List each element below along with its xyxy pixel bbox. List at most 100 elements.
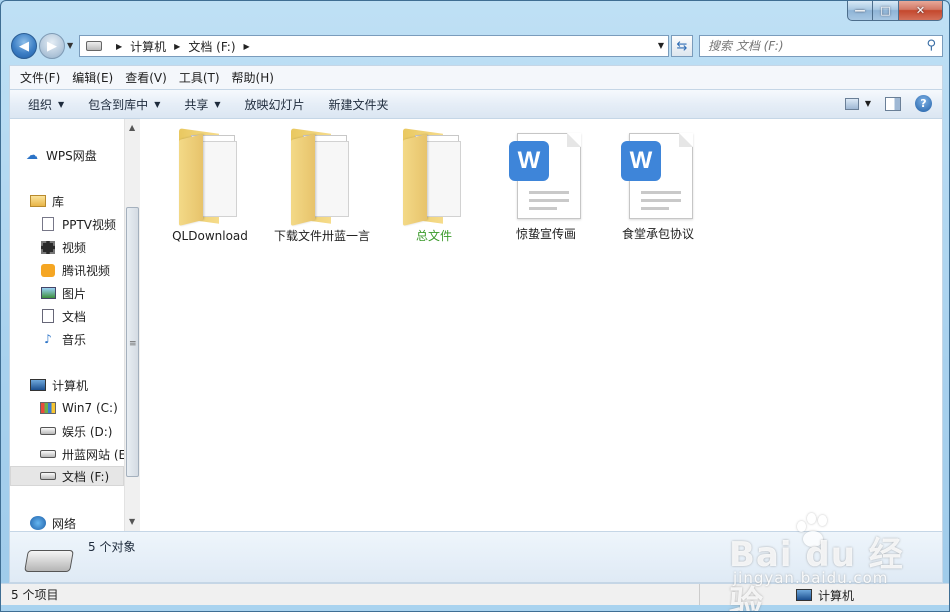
sidebar-item-library[interactable]: 库: [30, 191, 64, 211]
sidebar-item-drive-d[interactable]: 娱乐 (D:): [40, 421, 112, 441]
file-name: QLDownload: [172, 229, 248, 243]
sidebar-item-documents[interactable]: 文档: [40, 306, 86, 326]
folder-icon: [399, 127, 469, 226]
drive-icon: [24, 550, 74, 572]
breadcrumb-computer[interactable]: 计算机: [130, 38, 166, 55]
object-count: 5 个对象: [88, 540, 136, 554]
menu-view[interactable]: 查看(V): [119, 69, 173, 86]
file-name: 总文件: [415, 229, 452, 243]
navigation-pane: ☁ WPS网盘 库 PPTV视频 视频 腾讯视频 图片 文档 ♪ 音乐 计算机 …: [10, 119, 132, 531]
caption-buttons: — □ ✕: [847, 1, 943, 21]
drive-icon: [40, 427, 56, 435]
search-icon[interactable]: ⚲: [926, 38, 936, 53]
arrow-left-icon: ◀: [19, 38, 29, 54]
breadcrumb: ▶ 计算机 ▶ 文档 (F:) ▶: [108, 38, 258, 55]
wps-document-icon: W: [621, 133, 695, 223]
network-icon: [30, 516, 46, 530]
wps-document-icon: W: [509, 133, 583, 223]
music-icon: ♪: [44, 332, 52, 346]
file-item-contract-doc[interactable]: W 食堂承包协议: [603, 127, 713, 241]
back-button[interactable]: ◀: [11, 33, 37, 59]
menu-edit[interactable]: 编辑(E): [66, 69, 119, 86]
details-pane: 5 个对象: [9, 531, 943, 583]
maximize-button[interactable]: □: [873, 1, 899, 21]
chevron-down-icon: ▼: [154, 99, 161, 109]
computer-icon: [30, 379, 46, 391]
sidebar-item-drive-e[interactable]: 卅蓝网站 (E: [40, 444, 126, 464]
drive-icon: [86, 41, 102, 51]
refresh-button[interactable]: ⇆: [671, 35, 693, 57]
file-item-main-folder[interactable]: 总文件: [379, 127, 489, 243]
explorer-window: — □ ✕ ◀ ▶ ▼ ▶ 计算机 ▶ 文档 (F:) ▶ ▼ ⇆ ⚲ 文件(F…: [0, 0, 950, 612]
share-button[interactable]: 共享 ▼: [172, 96, 232, 113]
scroll-grip-icon: ≡: [129, 339, 137, 349]
forward-button[interactable]: ▶: [39, 33, 65, 59]
drive-icon: [40, 450, 56, 458]
chevron-right-icon[interactable]: ▶: [174, 42, 180, 51]
change-view-icon[interactable]: [844, 97, 859, 110]
scroll-down-icon[interactable]: ▼: [129, 517, 135, 526]
pptv-icon: [42, 217, 54, 231]
slideshow-button[interactable]: 放映幻灯片: [233, 96, 317, 113]
help-icon[interactable]: ?: [915, 95, 932, 112]
navigation-scrollbar[interactable]: ▲ ≡ ▼: [124, 119, 140, 531]
sidebar-item-wps-cloud[interactable]: ☁ WPS网盘: [24, 145, 97, 165]
arrow-right-icon: ▶: [47, 38, 57, 54]
sidebar-item-network[interactable]: 网络: [30, 513, 76, 531]
file-item-poster-doc[interactable]: W 惊蛰宣传画: [491, 127, 601, 241]
file-name: 下载文件卅蓝一言: [273, 229, 370, 243]
computer-icon: [796, 589, 812, 601]
cloud-icon: ☁: [26, 148, 38, 162]
address-bar[interactable]: ▶ 计算机 ▶ 文档 (F:) ▶ ▼: [79, 35, 669, 57]
window-frame-bottom: [1, 605, 949, 611]
sidebar-item-videos[interactable]: 视频: [40, 237, 86, 257]
view-controls: ▼ ?: [844, 95, 932, 112]
preview-pane-icon[interactable]: [885, 96, 901, 111]
picture-icon: [40, 287, 56, 299]
chevron-down-icon: ▼: [214, 99, 221, 109]
status-location: 计算机: [699, 584, 949, 606]
search-box[interactable]: ⚲: [699, 35, 943, 57]
menu-tools[interactable]: 工具(T): [173, 69, 226, 86]
status-bar: 5 个项目 计算机: [1, 583, 949, 606]
drive-icon: [40, 472, 56, 480]
file-name: 食堂承包协议: [621, 227, 694, 241]
file-list: QLDownload 下载文件卅蓝一言 总文件 W 惊蛰宣传画 W 食堂承包协议: [141, 119, 942, 531]
menu-file[interactable]: 文件(F): [14, 69, 66, 86]
document-icon: [42, 309, 54, 323]
status-item-count: 5 个项目: [11, 588, 59, 602]
file-item-qldownload[interactable]: QLDownload: [155, 127, 265, 243]
sidebar-item-pptv[interactable]: PPTV视频: [40, 214, 116, 234]
minimize-button[interactable]: —: [847, 1, 873, 21]
sidebar-item-drive-c[interactable]: Win7 (C:): [40, 398, 118, 418]
include-in-library-button[interactable]: 包含到库中 ▼: [76, 96, 172, 113]
file-item-download-folder[interactable]: 下载文件卅蓝一言: [267, 127, 377, 243]
menu-bar: 文件(F) 编辑(E) 查看(V) 工具(T) 帮助(H): [9, 65, 943, 89]
new-folder-button[interactable]: 新建文件夹: [317, 96, 401, 113]
folder-icon: [287, 127, 357, 226]
menu-help[interactable]: 帮助(H): [226, 69, 280, 86]
navigation-row: ◀ ▶ ▼ ▶ 计算机 ▶ 文档 (F:) ▶ ▼ ⇆ ⚲: [9, 31, 943, 61]
breadcrumb-drive-f[interactable]: 文档 (F:): [188, 38, 235, 55]
chevron-right-icon[interactable]: ▶: [116, 42, 122, 51]
sidebar-item-tencent-video[interactable]: 腾讯视频: [40, 260, 110, 280]
chevron-down-icon[interactable]: ▼: [865, 99, 871, 108]
recent-pages-dropdown[interactable]: ▼: [67, 41, 73, 50]
tencent-video-icon: [41, 263, 55, 277]
search-input[interactable]: [708, 39, 918, 53]
chevron-right-icon[interactable]: ▶: [244, 42, 250, 51]
file-name: 惊蛰宣传画: [515, 227, 576, 241]
chevron-down-icon: ▼: [58, 99, 65, 109]
command-bar: 组织 ▼ 包含到库中 ▼ 共享 ▼ 放映幻灯片 新建文件夹 ▼ ?: [9, 89, 943, 119]
organize-button[interactable]: 组织 ▼: [16, 96, 76, 113]
sidebar-item-music[interactable]: ♪ 音乐: [40, 329, 86, 349]
refresh-icon: ⇆: [676, 38, 688, 54]
sidebar-item-drive-f[interactable]: 文档 (F:): [10, 466, 124, 486]
content-area: ☁ WPS网盘 库 PPTV视频 视频 腾讯视频 图片 文档 ♪ 音乐 计算机 …: [9, 119, 943, 531]
address-dropdown[interactable]: ▼: [658, 41, 664, 50]
video-icon: [41, 240, 55, 254]
scroll-up-icon[interactable]: ▲: [129, 123, 135, 132]
sidebar-item-pictures[interactable]: 图片: [40, 283, 86, 303]
close-button[interactable]: ✕: [899, 1, 943, 21]
sidebar-item-computer[interactable]: 计算机: [30, 375, 88, 395]
